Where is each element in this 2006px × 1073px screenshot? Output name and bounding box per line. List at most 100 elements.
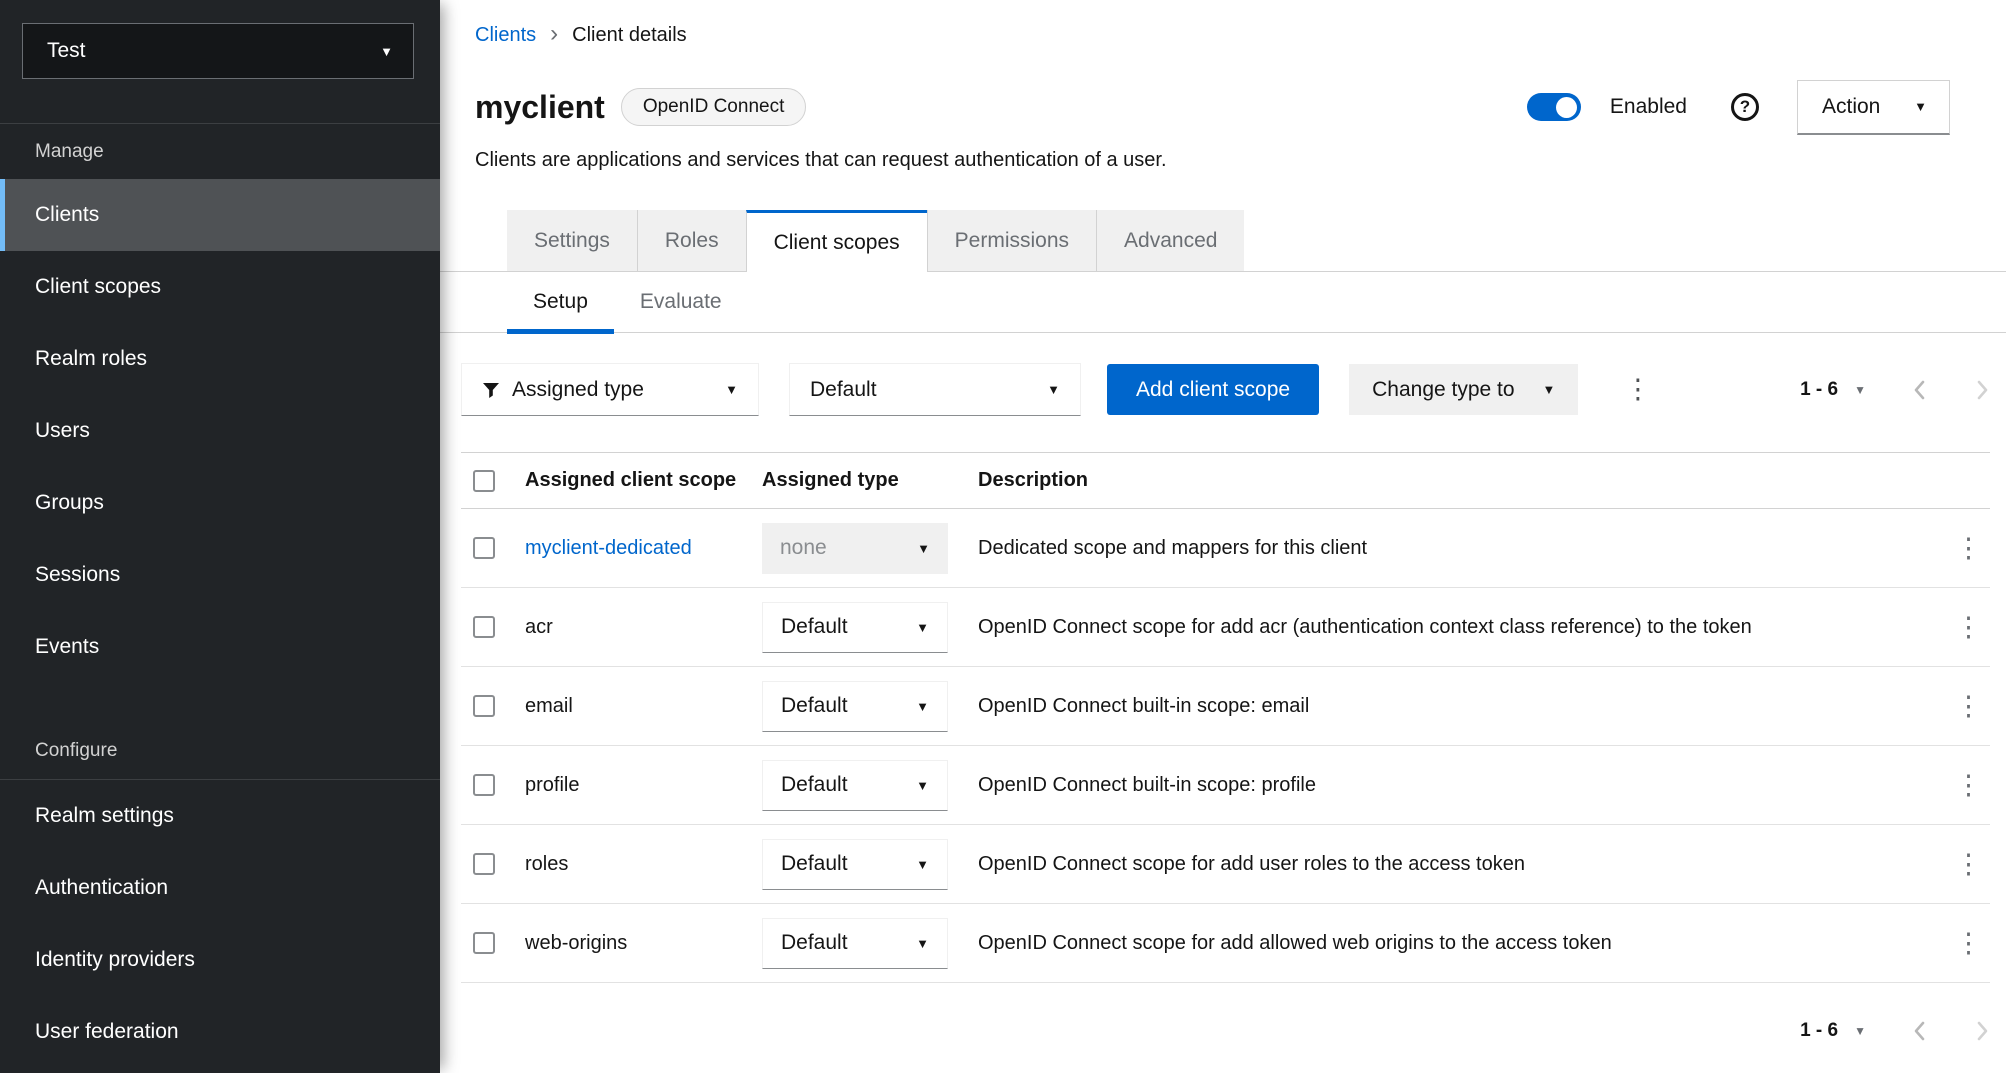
sidebar-item-label: Clients — [35, 203, 99, 227]
next-page-icon[interactable] — [1975, 1019, 1990, 1043]
table-row: myclient-dedicated none ▼ Dedicated scop… — [461, 509, 1990, 588]
row-kebab-icon[interactable]: ⋮ — [1955, 851, 1982, 878]
scope-name: web-origins — [525, 932, 762, 955]
filter-value-label: Default — [810, 378, 877, 402]
pagination-bottom: 1 - 6 ▼ — [1800, 1019, 1990, 1043]
page-title: myclient — [475, 89, 605, 126]
sidebar-item-users[interactable]: Users — [0, 395, 440, 467]
pagination-nav — [1912, 1019, 1990, 1043]
select-all-checkbox[interactable] — [473, 470, 495, 492]
table-row: web-origins Default ▼ OpenID Connect sco… — [461, 904, 1990, 983]
subtab-setup[interactable]: Setup — [507, 272, 614, 332]
scope-description: OpenID Connect scope for add user roles … — [978, 853, 1942, 876]
assigned-type-dropdown[interactable]: Default ▼ — [762, 681, 948, 732]
add-client-scope-button[interactable]: Add client scope — [1107, 364, 1319, 415]
tab-settings[interactable]: Settings — [507, 210, 637, 271]
row-checkbox[interactable] — [473, 616, 495, 638]
row-kebab-icon[interactable]: ⋮ — [1955, 772, 1982, 799]
title-row: myclient OpenID Connect Enabled ? Action… — [475, 79, 1950, 135]
row-kebab-icon[interactable]: ⋮ — [1955, 693, 1982, 720]
row-checkbox[interactable] — [473, 932, 495, 954]
pagination-range: 1 - 6 — [1800, 379, 1838, 401]
sidebar-item-label: Sessions — [35, 563, 120, 587]
row-checkbox[interactable] — [473, 695, 495, 717]
assigned-type-value: Default — [781, 615, 848, 639]
sidebar-item-realm-settings[interactable]: Realm settings — [0, 780, 440, 852]
tabs-bar: Settings Roles Client scopes Permissions… — [440, 210, 2006, 272]
filter-type-dropdown[interactable]: Assigned type ▼ — [461, 363, 759, 416]
page-description: Clients are applications and services th… — [475, 149, 1950, 172]
tab-client-scopes[interactable]: Client scopes — [746, 210, 927, 272]
assigned-type-dropdown[interactable]: Default ▼ — [762, 839, 948, 890]
sidebar-item-user-federation[interactable]: User federation — [0, 996, 440, 1068]
assigned-type-dropdown[interactable]: Default ▼ — [762, 760, 948, 811]
filter-type-label: Assigned type — [512, 378, 644, 402]
assigned-type-value: Default — [781, 773, 848, 797]
enabled-label: Enabled — [1610, 95, 1687, 119]
row-kebab-icon[interactable]: ⋮ — [1955, 930, 1982, 957]
caret-down-icon: ▼ — [916, 778, 929, 793]
caret-down-icon: ▼ — [917, 541, 930, 556]
action-dropdown-button[interactable]: Action ▼ — [1797, 80, 1950, 135]
realm-selector[interactable]: Test ▼ — [22, 23, 414, 79]
sidebar-item-identity-providers[interactable]: Identity providers — [0, 924, 440, 996]
filter-value-dropdown[interactable]: Default ▼ — [789, 363, 1081, 416]
row-kebab-icon[interactable]: ⋮ — [1955, 535, 1982, 562]
sidebar-item-label: Client scopes — [35, 275, 161, 299]
assigned-type-dropdown[interactable]: Default ▼ — [762, 602, 948, 653]
subtab-evaluate[interactable]: Evaluate — [614, 272, 748, 332]
column-header-type: Assigned type — [762, 469, 978, 492]
scope-description: OpenID Connect built-in scope: email — [978, 695, 1942, 718]
change-type-dropdown[interactable]: Change type to ▼ — [1349, 364, 1578, 415]
action-dropdown-label: Action — [1822, 95, 1880, 119]
sidebar-item-events[interactable]: Events — [0, 611, 440, 683]
assigned-type-value: Default — [781, 694, 848, 718]
nav-group-configure: Configure Realm settings Authentication … — [0, 723, 440, 1068]
scope-name-link[interactable]: myclient-dedicated — [525, 537, 762, 560]
tab-label: Advanced — [1124, 229, 1217, 253]
sidebar-item-client-scopes[interactable]: Client scopes — [0, 251, 440, 323]
sidebar-item-label: User federation — [35, 1020, 179, 1044]
row-checkbox[interactable] — [473, 537, 495, 559]
scope-name: roles — [525, 853, 762, 876]
table-toolbar: Assigned type ▼ Default ▼ Add client sco… — [461, 363, 1990, 416]
breadcrumb-clients-link[interactable]: Clients — [475, 24, 536, 47]
caret-down-icon: ▼ — [916, 620, 929, 635]
tab-permissions[interactable]: Permissions — [927, 210, 1096, 271]
help-icon[interactable]: ? — [1731, 93, 1759, 121]
sidebar-item-sessions[interactable]: Sessions — [0, 539, 440, 611]
chevron-right-icon: › — [550, 22, 558, 49]
sidebar-item-label: Users — [35, 419, 90, 443]
pagination-caret-icon[interactable]: ▼ — [1854, 1024, 1866, 1038]
sidebar-item-authentication[interactable]: Authentication — [0, 852, 440, 924]
column-header-scope: Assigned client scope — [525, 469, 762, 492]
pagination-top: 1 - 6 ▼ — [1800, 378, 1990, 402]
sidebar-item-groups[interactable]: Groups — [0, 467, 440, 539]
enabled-toggle[interactable] — [1527, 93, 1581, 121]
row-checkbox[interactable] — [473, 853, 495, 875]
assigned-type-dropdown[interactable]: Default ▼ — [762, 918, 948, 969]
caret-down-icon: ▼ — [1914, 99, 1927, 114]
subtabs-bar: Setup Evaluate — [440, 272, 2006, 333]
sidebar-item-label: Groups — [35, 491, 104, 515]
row-checkbox[interactable] — [473, 774, 495, 796]
tab-advanced[interactable]: Advanced — [1096, 210, 1244, 271]
caret-down-icon: ▼ — [380, 44, 393, 59]
sidebar-item-realm-roles[interactable]: Realm roles — [0, 323, 440, 395]
toolbar-kebab-icon[interactable]: ⋮ — [1624, 376, 1651, 403]
previous-page-icon[interactable] — [1912, 378, 1927, 402]
tab-roles[interactable]: Roles — [637, 210, 746, 271]
caret-down-icon: ▼ — [916, 699, 929, 714]
filter-funnel-icon — [482, 381, 500, 399]
sidebar-item-label: Authentication — [35, 876, 168, 900]
page-header: Clients › Client details myclient OpenID… — [440, 0, 2006, 172]
sidebar-item-label: Realm roles — [35, 347, 147, 371]
pagination-caret-icon[interactable]: ▼ — [1854, 383, 1866, 397]
table-row: email Default ▼ OpenID Connect built-in … — [461, 667, 1990, 746]
previous-page-icon[interactable] — [1912, 1019, 1927, 1043]
row-kebab-icon[interactable]: ⋮ — [1955, 614, 1982, 641]
sidebar-item-clients[interactable]: Clients — [0, 179, 440, 251]
breadcrumb: Clients › Client details — [475, 22, 1950, 49]
change-type-label: Change type to — [1372, 378, 1514, 402]
next-page-icon[interactable] — [1975, 378, 1990, 402]
